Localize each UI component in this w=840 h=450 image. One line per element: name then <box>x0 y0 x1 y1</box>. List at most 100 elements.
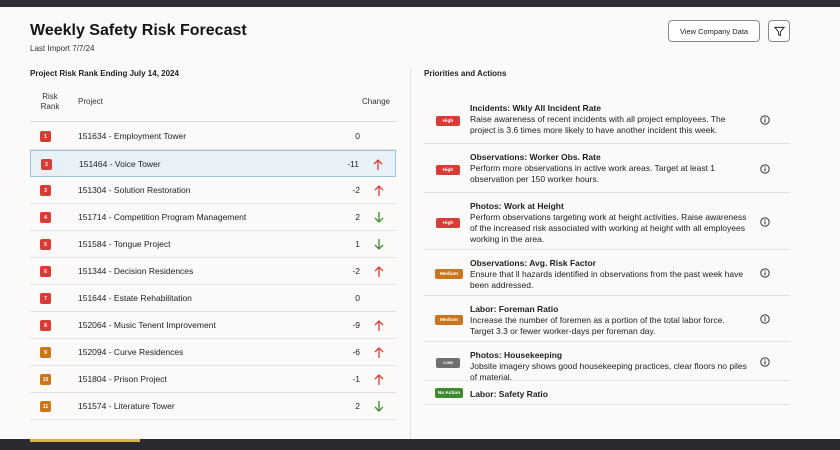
action-description: Perform observations targeting work at h… <box>470 212 747 244</box>
table-header: Risk Rank Project Change <box>30 90 396 122</box>
project-risk-rank-title: Project Risk Rank Ending July 14, 2024 <box>30 69 179 78</box>
info-icon[interactable] <box>760 314 770 324</box>
rank-badge: 4 <box>40 212 51 223</box>
rank-badge: 9 <box>40 347 51 358</box>
action-description: Perform more observations in active work… <box>470 163 716 184</box>
change-value: -1 <box>352 374 360 384</box>
action-item[interactable]: Medium Observations: Avg. Risk Factor Ensu… <box>424 250 790 296</box>
project-name: 151464 - Voice Tower <box>79 159 161 169</box>
table-row[interactable]: 8 152064 - Music Tenent Improvement -9 <box>30 312 396 339</box>
table-row[interactable]: 2 151464 - Voice Tower -11 <box>30 150 396 177</box>
filter-button[interactable] <box>768 20 790 42</box>
priority-badge: Medium <box>435 315 463 325</box>
view-company-data-button[interactable]: View Company Data <box>668 20 760 42</box>
project-name: 151574 - Literature Tower <box>78 401 175 411</box>
info-icon[interactable] <box>760 357 770 367</box>
change-value: 0 <box>355 131 360 141</box>
action-description: Jobsite imagery shows good housekeeping … <box>470 361 747 382</box>
change-value: 2 <box>355 401 360 411</box>
rank-badge: 6 <box>40 266 51 277</box>
action-item[interactable]: No Action Labor: Safety Ratio <box>424 381 790 405</box>
priority-badge: No Action <box>435 388 463 398</box>
arrow-up-icon <box>374 374 384 385</box>
action-item[interactable]: High Observations: Worker Obs. Rate Perfor… <box>424 144 790 193</box>
action-item[interactable]: High Incidents: Wkly All Incident Rate Rai… <box>424 95 790 144</box>
arrow-down-icon <box>374 401 384 412</box>
action-title: Photos: Housekeeping <box>470 350 563 360</box>
arrow-up-icon <box>374 347 384 358</box>
project-name: 151344 - Decision Residences <box>78 266 194 276</box>
column-header-risk-rank[interactable]: Risk Rank <box>38 92 62 112</box>
info-icon[interactable] <box>760 268 770 278</box>
actions-list: High Incidents: Wkly All Incident Rate Rai… <box>424 95 790 405</box>
table-row[interactable]: 7 151644 - Estate Rehabilitation 0 <box>30 285 396 312</box>
scroll-indicator <box>30 439 140 442</box>
change-value: -2 <box>352 185 360 195</box>
table-row[interactable]: 3 151304 - Solution Restoration -2 <box>30 177 396 204</box>
change-value: 0 <box>355 293 360 303</box>
action-description: Raise awareness of recent incidents with… <box>470 114 726 135</box>
action-title: Labor: Safety Ratio <box>470 389 548 399</box>
arrow-down-icon <box>374 212 384 223</box>
arrow-down-icon <box>374 239 384 250</box>
rank-badge: 10 <box>40 374 51 385</box>
priority-badge: High <box>436 116 460 126</box>
table-row[interactable]: 4 151714 - Competition Program Management… <box>30 204 396 231</box>
arrow-up-icon <box>374 185 384 196</box>
arrow-up-icon <box>373 159 383 170</box>
action-title: Photos: Work at Height <box>470 201 564 211</box>
dashboard-page: Weekly Safety Risk Forecast Last Import … <box>0 7 840 439</box>
action-description: Ensure that ll hazards identified in obs… <box>470 269 744 290</box>
change-value: -2 <box>352 266 360 276</box>
rank-badge: 8 <box>40 320 51 331</box>
info-icon[interactable] <box>760 115 770 125</box>
rank-badge: 2 <box>41 159 52 170</box>
table-row[interactable]: 5 151584 - Tongue Project 1 <box>30 231 396 258</box>
filter-icon <box>773 26 785 36</box>
info-icon[interactable] <box>760 164 770 174</box>
last-import-label: Last Import 7/7/24 <box>30 44 95 53</box>
priority-badge: Low <box>436 358 460 368</box>
action-title: Observations: Avg. Risk Factor <box>470 258 596 268</box>
change-value: -6 <box>352 347 360 357</box>
table-row[interactable]: 6 151344 - Decision Residences -2 <box>30 258 396 285</box>
table-row[interactable]: 11 151574 - Literature Tower 2 <box>30 393 396 420</box>
action-title: Labor: Foreman Ratio <box>470 304 559 314</box>
panel-divider <box>410 67 411 439</box>
arrow-up-icon <box>374 266 384 277</box>
project-name: 151714 - Competition Program Management <box>78 212 247 222</box>
column-header-project[interactable]: Project <box>78 97 103 106</box>
action-title: Incidents: Wkly All Incident Rate <box>470 103 601 113</box>
bottom-bar <box>0 439 840 450</box>
arrow-up-icon <box>374 320 384 331</box>
action-item[interactable]: High Photos: Work at Height Perform observ… <box>424 193 790 250</box>
rank-badge: 11 <box>40 401 51 412</box>
column-header-change[interactable]: Change <box>362 97 390 106</box>
project-name: 151584 - Tongue Project <box>78 239 171 249</box>
project-name: 151634 - Employment Tower <box>78 131 187 141</box>
table-row[interactable]: 10 151804 - Prison Project -1 <box>30 366 396 393</box>
table-row[interactable]: 1 151634 - Employment Tower 0 <box>30 123 396 150</box>
change-value: -9 <box>352 320 360 330</box>
priority-badge: Medium <box>435 269 463 279</box>
action-item[interactable]: Low Photos: Housekeeping Jobsite imagery s… <box>424 342 790 382</box>
project-name: 151804 - Prison Project <box>78 374 167 384</box>
change-value: -11 <box>347 159 359 169</box>
change-value: 1 <box>355 239 360 249</box>
table-row[interactable]: 9 152094 - Curve Residences -6 <box>30 339 396 366</box>
action-title: Observations: Worker Obs. Rate <box>470 152 601 162</box>
rank-badge: 5 <box>40 239 51 250</box>
priority-badge: High <box>436 218 460 228</box>
project-name: 151644 - Estate Rehabilitation <box>78 293 192 303</box>
project-name: 151304 - Solution Restoration <box>78 185 191 195</box>
page-title: Weekly Safety Risk Forecast <box>30 22 247 39</box>
top-bar <box>0 0 840 7</box>
rank-badge: 3 <box>40 185 51 196</box>
rank-badge: 7 <box>40 293 51 304</box>
rank-badge: 1 <box>40 131 51 142</box>
priority-badge: High <box>436 165 460 175</box>
info-icon[interactable] <box>760 217 770 227</box>
change-value: 2 <box>355 212 360 222</box>
action-item[interactable]: Medium Labor: Foreman Ratio Increase the n… <box>424 296 790 342</box>
project-name: 152094 - Curve Residences <box>78 347 184 357</box>
